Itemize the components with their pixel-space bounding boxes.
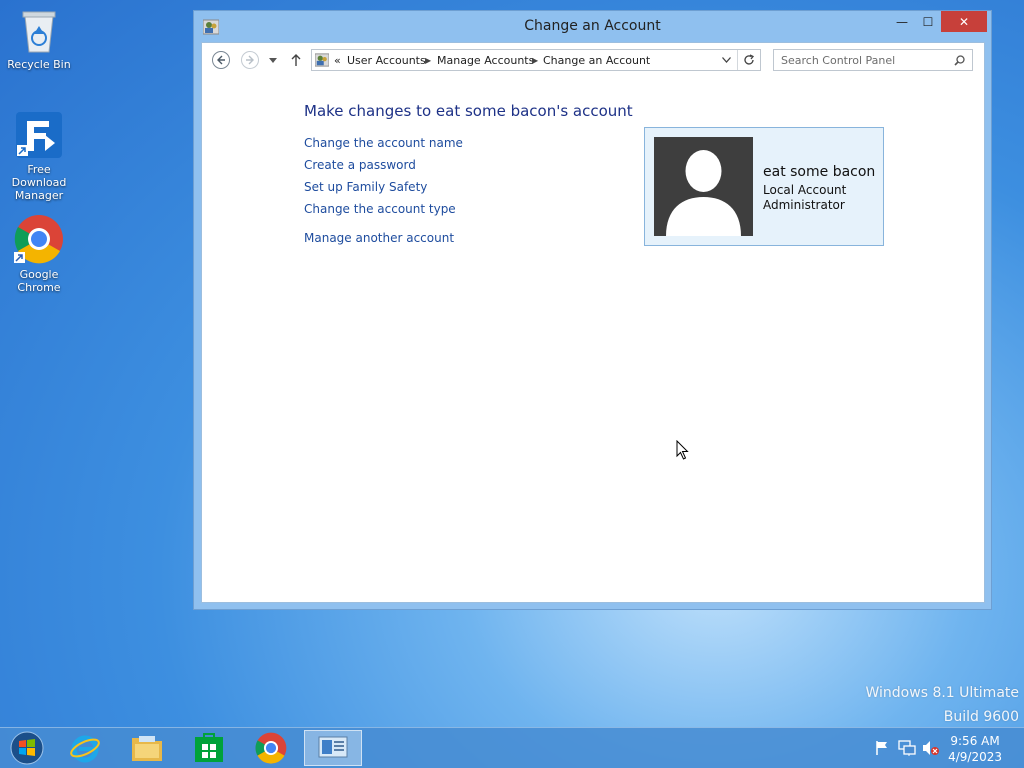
desktop-icon-label: Recycle Bin bbox=[7, 58, 71, 71]
arrow-left-icon bbox=[217, 55, 225, 65]
avatar bbox=[654, 137, 753, 236]
desktop-icon-label: Google Chrome bbox=[17, 268, 61, 294]
desktop-icon-google-chrome[interactable]: Google Chrome bbox=[0, 214, 78, 294]
internet-explorer-icon bbox=[70, 735, 100, 763]
forward-button[interactable] bbox=[241, 51, 259, 69]
breadcrumb-user-accounts[interactable]: User Accounts bbox=[347, 54, 426, 67]
recent-locations-dropdown-icon[interactable] bbox=[269, 58, 277, 63]
page-heading: Make changes to eat some bacon's account bbox=[304, 102, 633, 120]
breadcrumb-change-an-account[interactable]: Change an Account bbox=[543, 54, 650, 67]
title-bar[interactable]: Change an Account — ☐ ✕ bbox=[194, 11, 991, 42]
breadcrumb-overflow[interactable]: « bbox=[334, 54, 341, 67]
os-edition-watermark: Windows 8.1 Ultimate bbox=[865, 685, 1020, 701]
up-arrow-icon[interactable] bbox=[291, 54, 301, 66]
search-placeholder: Search Control Panel bbox=[781, 54, 896, 67]
chevron-down-icon[interactable] bbox=[722, 57, 731, 63]
back-button[interactable] bbox=[212, 51, 230, 69]
address-bar[interactable]: « User Accounts ▶ Manage Accounts ▶ Chan… bbox=[311, 49, 761, 71]
refresh-icon[interactable] bbox=[743, 54, 755, 66]
volume-muted-icon[interactable] bbox=[922, 740, 940, 756]
family-safety-link[interactable]: Set up Family Safety bbox=[304, 180, 427, 194]
network-icon[interactable] bbox=[898, 740, 916, 756]
close-button[interactable]: ✕ bbox=[941, 11, 987, 32]
account-role: Administrator bbox=[763, 198, 845, 212]
start-button[interactable] bbox=[0, 730, 54, 766]
maximize-button[interactable]: ☐ bbox=[915, 11, 941, 32]
free-download-manager-icon bbox=[16, 112, 62, 158]
account-type: Local Account bbox=[763, 183, 847, 197]
search-input[interactable]: Search Control Panel bbox=[773, 49, 973, 71]
clock-date: 4/9/2023 bbox=[948, 750, 1002, 764]
change-account-name-link[interactable]: Change the account name bbox=[304, 136, 463, 150]
start-orb-icon bbox=[10, 731, 44, 765]
user-silhouette-icon bbox=[666, 150, 741, 236]
control-panel-users-icon bbox=[315, 53, 329, 67]
window-title: Change an Account bbox=[524, 18, 661, 34]
desktop-icon-free-download-manager[interactable]: Free Download Manager bbox=[0, 111, 78, 202]
search-icon[interactable] bbox=[954, 55, 965, 66]
desktop-icon-label: Free Download Manager bbox=[11, 163, 67, 202]
chrome-icon bbox=[255, 732, 287, 764]
mouse-cursor-icon bbox=[676, 440, 689, 460]
address-divider bbox=[737, 50, 738, 70]
breadcrumb-separator-icon[interactable]: ▶ bbox=[425, 56, 431, 65]
recycle-bin-icon bbox=[22, 11, 56, 53]
window-content: « User Accounts ▶ Manage Accounts ▶ Chan… bbox=[201, 42, 985, 603]
system-clock[interactable]: 9:56 AM 4/9/2023 bbox=[948, 733, 1002, 765]
store-icon bbox=[195, 733, 223, 762]
breadcrumb-manage-accounts[interactable]: Manage Accounts bbox=[437, 54, 534, 67]
os-build-watermark: Build 9600 bbox=[943, 709, 1019, 725]
breadcrumb-separator-icon[interactable]: ▶ bbox=[532, 56, 538, 65]
taskbar-store[interactable] bbox=[180, 730, 238, 766]
account-card: eat some bacon Local Account Administrat… bbox=[644, 127, 884, 246]
taskbar-file-explorer[interactable] bbox=[118, 730, 176, 766]
navigation-toolbar: « User Accounts ▶ Manage Accounts ▶ Chan… bbox=[202, 43, 984, 83]
folder-icon bbox=[132, 736, 162, 761]
taskbar-internet-explorer[interactable] bbox=[56, 730, 114, 766]
action-center-flag-icon[interactable] bbox=[874, 740, 890, 756]
arrow-right-icon bbox=[246, 55, 254, 65]
control-panel-icon bbox=[318, 736, 348, 758]
change-account-window: Change an Account — ☐ ✕ « User Accounts … bbox=[193, 10, 992, 610]
desktop-icon-recycle-bin[interactable]: Recycle Bin bbox=[0, 8, 78, 71]
taskbar-google-chrome[interactable] bbox=[242, 730, 300, 766]
manage-another-account-link[interactable]: Manage another account bbox=[304, 231, 454, 245]
account-name: eat some bacon bbox=[763, 164, 876, 180]
chrome-icon bbox=[14, 215, 63, 264]
clock-time: 9:56 AM bbox=[950, 734, 1000, 748]
taskbar: 9:56 AM 4/9/2023 bbox=[0, 727, 1024, 768]
change-account-type-link[interactable]: Change the account type bbox=[304, 202, 456, 216]
minimize-button[interactable]: — bbox=[889, 11, 915, 32]
taskbar-control-panel[interactable] bbox=[304, 730, 362, 766]
create-password-link[interactable]: Create a password bbox=[304, 158, 416, 172]
